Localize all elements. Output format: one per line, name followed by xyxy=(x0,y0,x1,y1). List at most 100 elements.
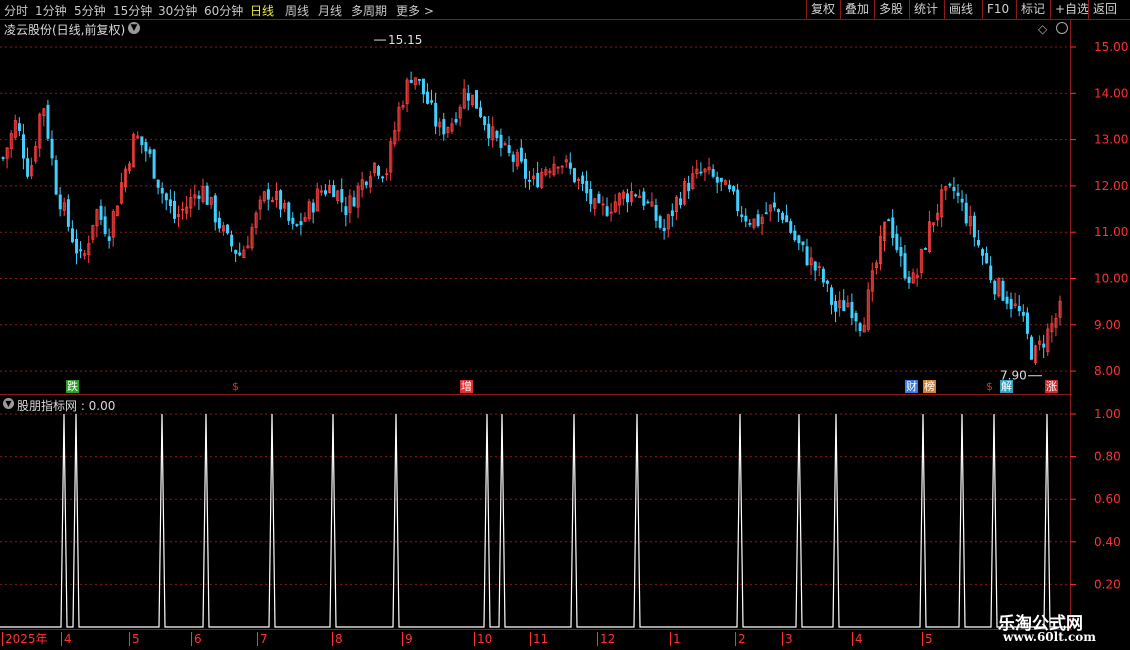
date-label: 3 xyxy=(782,632,793,646)
candle-body xyxy=(581,175,585,184)
candle-body xyxy=(976,239,980,246)
tab-weekly[interactable]: 周线 xyxy=(285,2,309,19)
candle-body xyxy=(585,180,589,194)
candle-body xyxy=(528,179,532,182)
event-marker[interactable]: $ xyxy=(985,380,994,393)
back-button[interactable]: 返回 xyxy=(1088,0,1121,19)
event-marker[interactable]: 跌 xyxy=(66,380,79,393)
tab-60min[interactable]: 60分钟 xyxy=(204,2,243,19)
candle-body xyxy=(483,116,487,126)
candle-body xyxy=(279,190,283,210)
add-watchlist-button[interactable]: +自选 xyxy=(1050,0,1093,19)
biaoji-button[interactable]: 标记 xyxy=(1016,0,1049,19)
candle-body xyxy=(805,246,809,266)
y-tick-label: 13.00 xyxy=(1094,133,1128,147)
candle-body xyxy=(421,78,425,95)
huaxian-button[interactable]: 画线 xyxy=(944,0,977,19)
date-label: 6 xyxy=(191,632,202,646)
candle-body xyxy=(732,186,736,192)
candle-body xyxy=(340,189,344,203)
candle-body xyxy=(26,158,30,177)
date-label: 5 xyxy=(922,632,933,646)
candle-body xyxy=(830,287,834,305)
candle-body xyxy=(850,301,854,319)
candle-body xyxy=(22,134,26,159)
event-marker[interactable]: 财 xyxy=(905,380,918,393)
date-label: 9 xyxy=(402,632,413,646)
high-price-label: 15.15 xyxy=(388,33,422,47)
candle-body xyxy=(858,323,862,332)
candle-body xyxy=(736,189,740,212)
candle-body xyxy=(634,194,638,197)
event-marker[interactable]: 解 xyxy=(1000,380,1013,393)
candle-body xyxy=(475,90,479,109)
tongji-button[interactable]: 统计 xyxy=(909,0,942,19)
indicator-chart[interactable]: 1.00 0.80 0.60 0.40 0.20 xyxy=(0,395,1130,630)
tab-15min[interactable]: 15分钟 xyxy=(113,2,152,19)
candle-body xyxy=(789,221,793,233)
event-marker[interactable]: 增 xyxy=(460,380,473,393)
candle-body xyxy=(50,138,54,159)
candle-body xyxy=(197,195,201,199)
candle-body xyxy=(507,145,511,154)
candle-body xyxy=(523,158,527,179)
date-label: 10 xyxy=(474,632,492,646)
candle-body xyxy=(103,216,107,234)
y-tick-label: 14.00 xyxy=(1094,86,1128,100)
candle-body xyxy=(107,236,111,241)
candle-body xyxy=(46,104,50,139)
y-tick-label: 10.00 xyxy=(1094,272,1128,286)
indicator-y-tick-label: 0.60 xyxy=(1094,492,1121,506)
candle-body xyxy=(597,193,601,204)
candle-body xyxy=(952,186,956,191)
candle-body xyxy=(854,312,858,322)
duogu-button[interactable]: 多股 xyxy=(874,0,907,19)
tab-more[interactable]: 更多 > xyxy=(396,2,434,19)
candlestick-chart[interactable]: 15.00 14.00 13.00 12.00 11.00 10.00 9.00 8.00 15… xyxy=(0,20,1130,395)
date-label: 2025年 xyxy=(2,632,48,646)
candle-body xyxy=(964,202,968,224)
diejia-button[interactable]: 叠加 xyxy=(840,0,873,19)
candle-body xyxy=(956,192,960,196)
event-marker[interactable]: 涨 xyxy=(1045,380,1058,393)
candle-body xyxy=(442,119,446,135)
candle-body xyxy=(364,181,368,186)
tab-fenshi[interactable]: 分时 xyxy=(4,2,28,19)
candle-body xyxy=(699,171,703,174)
candle-body xyxy=(662,227,666,232)
candle-body xyxy=(173,200,177,219)
candle-body xyxy=(605,206,609,216)
candle-body xyxy=(168,199,172,207)
candle-body xyxy=(785,215,789,223)
candle-body xyxy=(156,179,160,188)
candle-body xyxy=(352,197,356,207)
tab-5min[interactable]: 5分钟 xyxy=(74,2,106,19)
candle-body xyxy=(715,176,719,183)
tab-monthly[interactable]: 月线 xyxy=(318,2,342,19)
candle-body xyxy=(777,209,781,213)
candle-body xyxy=(479,107,483,118)
candle-body xyxy=(148,149,152,154)
candle-body xyxy=(238,252,242,256)
date-label: 4 xyxy=(61,632,72,646)
candle-body xyxy=(66,199,70,227)
event-marker[interactable]: $ xyxy=(231,380,240,393)
candle-body xyxy=(430,100,434,103)
candle-body xyxy=(1042,343,1046,348)
fuquan-button[interactable]: 复权 xyxy=(806,0,839,19)
event-marker[interactable]: 榜 xyxy=(923,380,936,393)
candle-body xyxy=(311,202,315,213)
candle-body xyxy=(487,123,491,139)
candle-body xyxy=(972,215,976,238)
candle-body xyxy=(332,185,336,198)
candle-body xyxy=(834,301,838,312)
tab-multi-period[interactable]: 多周期 xyxy=(351,2,387,19)
candle-body xyxy=(1009,298,1013,310)
tab-1min[interactable]: 1分钟 xyxy=(35,2,67,19)
date-label: 1 xyxy=(670,632,681,646)
tab-daily[interactable]: 日线 xyxy=(250,2,274,19)
f10-button[interactable]: F10 xyxy=(982,0,1013,19)
date-label: 4 xyxy=(852,632,863,646)
tab-30min[interactable]: 30分钟 xyxy=(158,2,197,19)
candle-body xyxy=(646,201,650,204)
